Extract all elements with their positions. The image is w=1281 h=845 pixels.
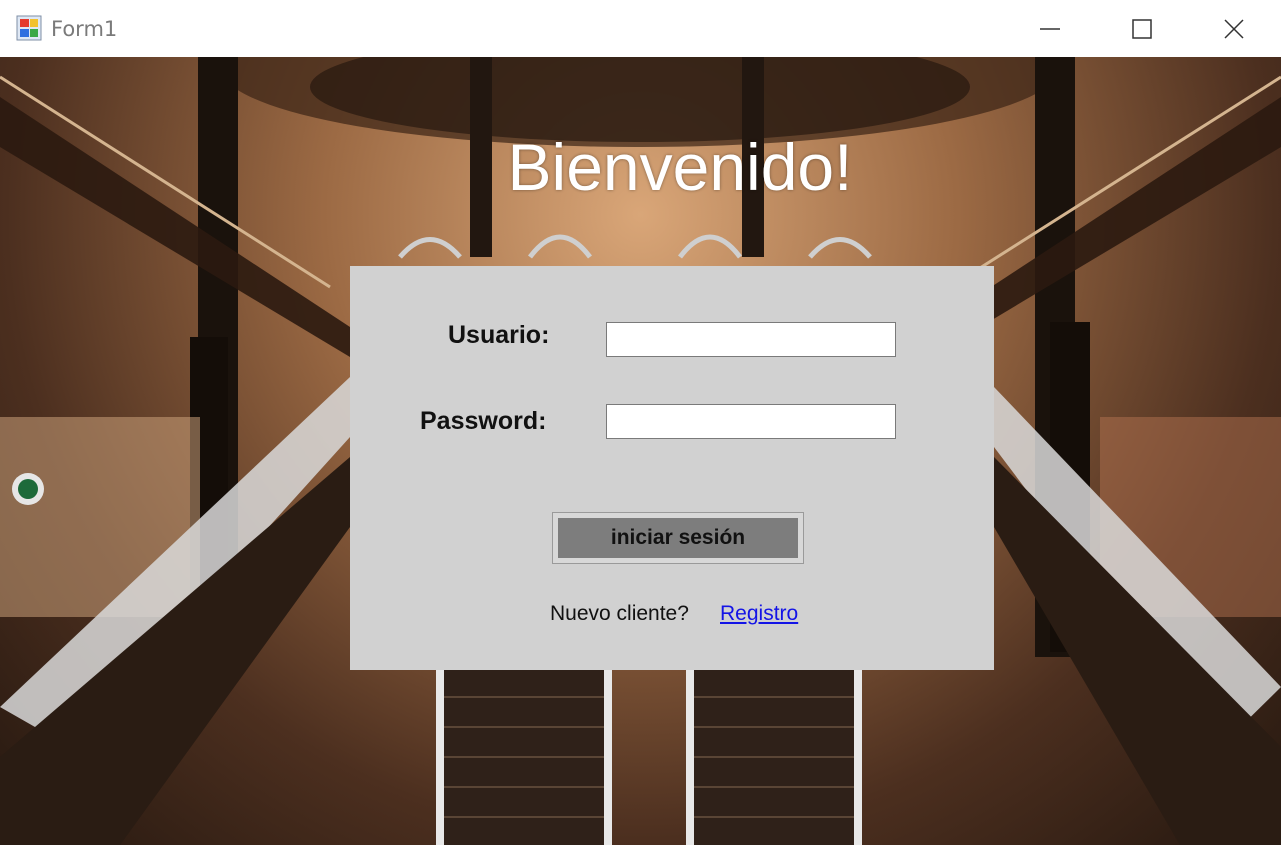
maximize-button[interactable]: [1096, 0, 1188, 57]
close-button[interactable]: [1188, 0, 1280, 57]
password-input[interactable]: [606, 404, 896, 439]
app-icon: [16, 15, 42, 41]
form-client-area: Bienvenido! Usuario: Password: iniciar s…: [0, 57, 1281, 845]
title-bar: Form1: [0, 0, 1281, 57]
login-panel: Usuario: Password: iniciar sesión Nuevo …: [350, 266, 994, 670]
username-label: Usuario:: [448, 321, 550, 349]
login-button-label: iniciar sesión: [558, 518, 798, 558]
maximize-icon: [1132, 18, 1152, 39]
minimize-button[interactable]: [1004, 0, 1096, 57]
register-link[interactable]: Registro: [720, 601, 798, 627]
minimize-icon: [1040, 27, 1060, 30]
welcome-heading: Bienvenido!: [507, 130, 853, 204]
login-button[interactable]: iniciar sesión: [552, 512, 804, 564]
new-client-text: Nuevo cliente?: [550, 602, 689, 625]
close-icon: [1224, 18, 1244, 39]
username-input[interactable]: [606, 322, 896, 357]
password-label: Password:: [420, 407, 547, 435]
window-title: Form1: [51, 17, 118, 41]
